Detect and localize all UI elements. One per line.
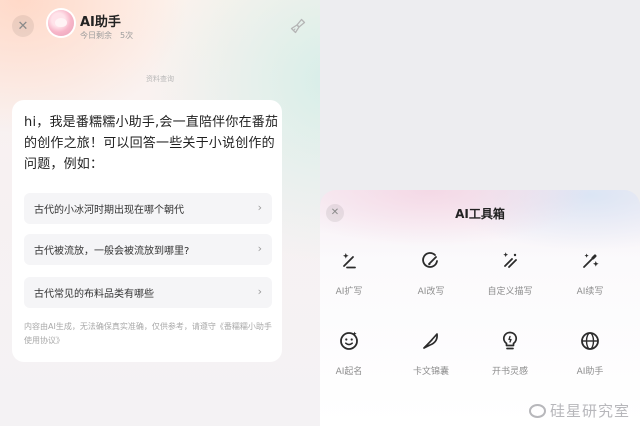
weibo-logo-icon bbox=[528, 403, 546, 418]
custom-describe-icon bbox=[503, 252, 517, 268]
greeting-text: hi，我是番糯糯小助手,会一直陪伴你在番茄的创作之旅！可以回答一些关于小说创作的… bbox=[24, 115, 279, 172]
toolbox-sheet: ✕ AI工具箱 AI扩写 AI改写 自定义描写 AI续写 AI起名 卡文锦囊 开… bbox=[320, 190, 640, 426]
tool-ai-continue[interactable]: AI续写 bbox=[555, 250, 625, 297]
suggested-question[interactable]: 古代被流放，一般会被流放到哪里? › bbox=[24, 234, 272, 265]
expand-write-icon bbox=[343, 253, 356, 269]
tool-label: AI改写 bbox=[417, 287, 445, 297]
clear-chat-icon[interactable] bbox=[289, 17, 307, 35]
tool-label: AI续写 bbox=[576, 287, 604, 297]
quota-label: 今日剩余 bbox=[80, 31, 112, 40]
tool-writer-block-tips[interactable]: 卡文锦囊 bbox=[396, 330, 466, 377]
close-icon[interactable]: ✕ bbox=[12, 15, 34, 37]
toolbox-title: AI工具箱 bbox=[455, 207, 505, 221]
tool-label: AI扩写 bbox=[335, 287, 363, 297]
inspiration-icon bbox=[502, 331, 518, 350]
ai-disclaimer: 内容由AI生成，无法确保真实准确，仅供参考，请遵守《番糯糯小助手使用协议》 bbox=[24, 322, 272, 345]
tool-label: 开书灵感 bbox=[491, 367, 528, 377]
writer-block-tips-icon bbox=[423, 333, 438, 349]
suggested-question[interactable]: 古代常见的布料品类有哪些 › bbox=[24, 277, 272, 308]
tool-label: AI起名 bbox=[335, 367, 363, 377]
tool-ai-assistant[interactable]: AI助手 bbox=[555, 330, 625, 377]
suggested-question[interactable]: 古代的小冰河时期出现在哪个朝代 › bbox=[24, 193, 272, 224]
section-divider-label: 资料查询 bbox=[146, 75, 174, 83]
tool-label: 卡文锦囊 bbox=[412, 367, 449, 377]
daily-quota: 今日剩余 5次 bbox=[80, 30, 133, 41]
tool-book-inspiration[interactable]: 开书灵感 bbox=[475, 330, 545, 377]
chevron-right-icon: › bbox=[257, 201, 262, 214]
ai-toolbox-panel: ✕ AI工具箱 AI扩写 AI改写 自定义描写 AI续写 AI起名 卡文锦囊 开… bbox=[320, 0, 640, 426]
tool-ai-expand[interactable]: AI扩写 bbox=[320, 250, 384, 297]
continue-write-icon bbox=[583, 253, 599, 268]
assistant-avatar bbox=[48, 10, 74, 36]
chevron-right-icon: › bbox=[257, 242, 262, 255]
assistant-name: AI助手 bbox=[80, 15, 121, 30]
ai-assistant-icon bbox=[581, 332, 599, 350]
tool-ai-rewrite[interactable]: AI改写 bbox=[396, 250, 466, 297]
chevron-right-icon: › bbox=[257, 285, 262, 298]
watermark-text: 硅星研究室 bbox=[549, 402, 630, 420]
rewrite-icon bbox=[422, 252, 438, 268]
suggested-question-text: 古代常见的布料品类有哪些 bbox=[34, 289, 154, 300]
tool-label: AI助手 bbox=[576, 367, 604, 377]
tool-label: 自定义描写 bbox=[487, 287, 533, 297]
ai-assistant-panel: ✕ AI助手 今日剩余 5次 资料查询 hi，我是番糯糯小助手,会一直陪伴你在番茄… bbox=[0, 0, 320, 426]
tool-custom-describe[interactable]: 自定义描写 bbox=[475, 250, 545, 297]
quota-value: 5次 bbox=[120, 31, 134, 40]
source-watermark: 硅星研究室 bbox=[528, 400, 630, 421]
welcome-message-card: hi，我是番糯糯小助手,会一直陪伴你在番茄的创作之旅！可以回答一些关于小说创作的… bbox=[12, 100, 282, 362]
tool-ai-naming[interactable]: AI起名 bbox=[320, 330, 384, 377]
suggested-question-text: 古代被流放，一般会被流放到哪里? bbox=[34, 246, 190, 257]
suggested-question-text: 古代的小冰河时期出现在哪个朝代 bbox=[34, 205, 184, 216]
naming-icon bbox=[340, 331, 358, 350]
